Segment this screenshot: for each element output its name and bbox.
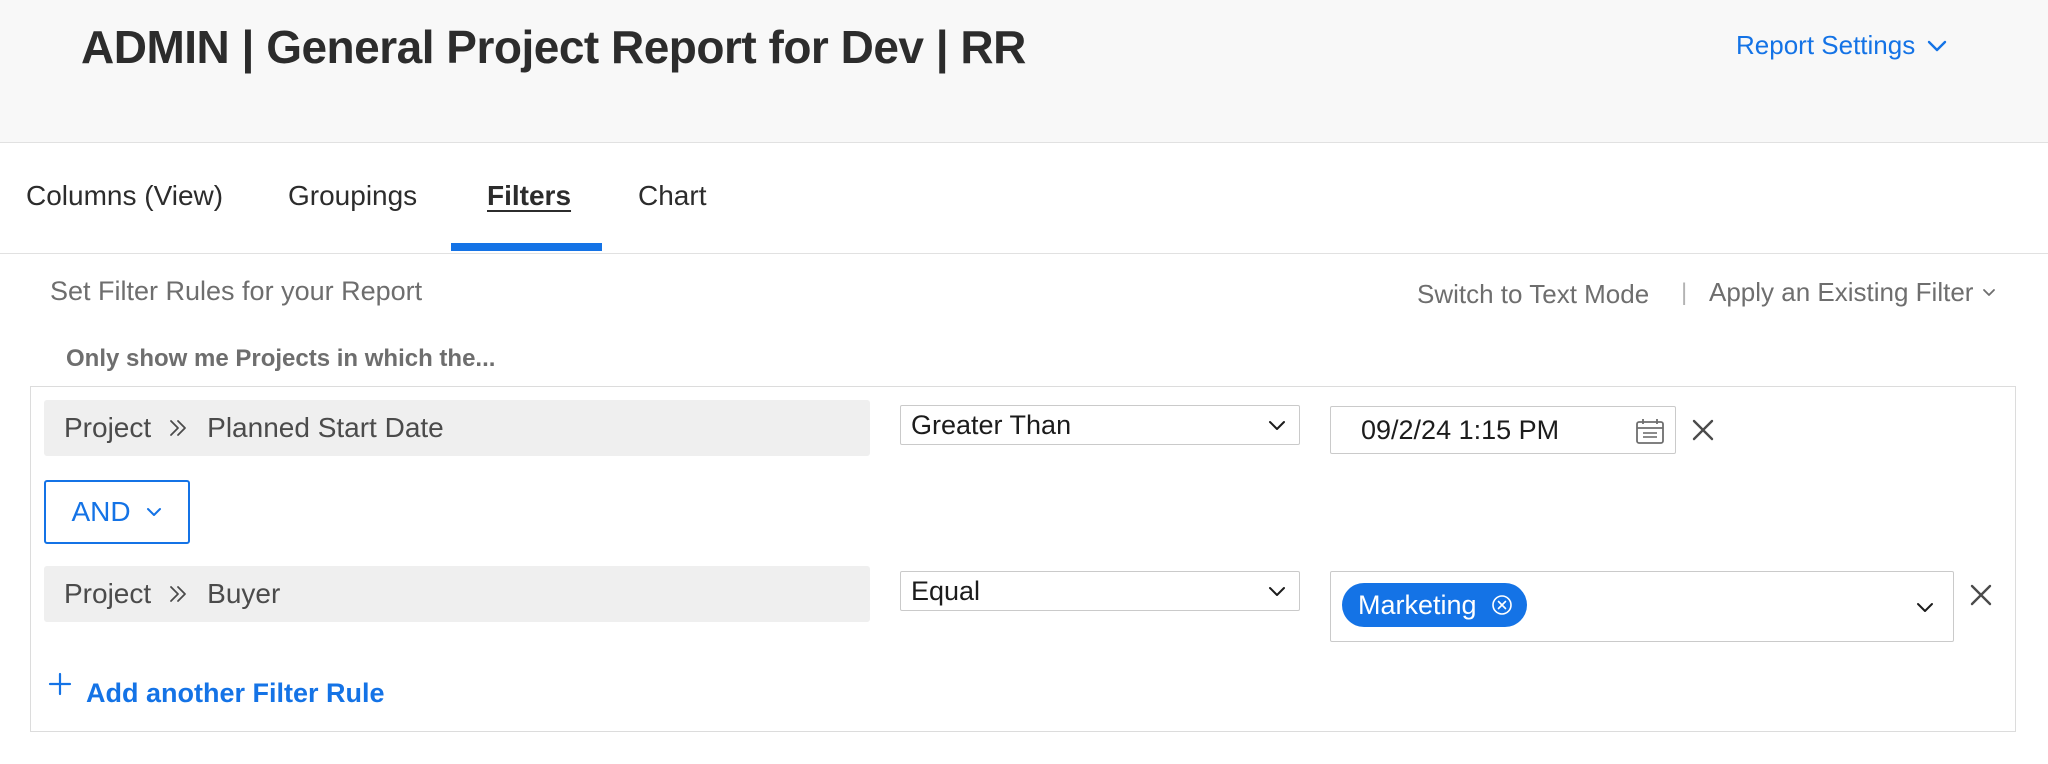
tab-columns-view[interactable]: Columns (View) [26, 180, 223, 212]
selected-value-tag: Marketing [1342, 583, 1527, 627]
remove-rule-close-icon[interactable] [1691, 418, 1715, 442]
date-input[interactable]: 09/2/24 1:15 PM [1330, 406, 1676, 454]
report-settings-menu[interactable]: Report Settings [1736, 30, 1949, 61]
separator: | [1681, 279, 1688, 306]
operator-select-value: Equal [911, 575, 981, 606]
apply-existing-filter-label: Apply an Existing Filter [1709, 277, 1974, 307]
filter-rule-field[interactable]: Project Buyer [44, 566, 870, 622]
double-chevron-right-icon [170, 586, 187, 602]
filter-intro-text: Only show me Projects in which the... [66, 345, 496, 372]
conjunction-label: AND [71, 496, 131, 527]
chevron-down-icon [146, 508, 161, 516]
chevron-down-icon [1983, 288, 1996, 296]
field-name-label: Buyer [207, 578, 281, 609]
report-settings-label: Report Settings [1736, 30, 1916, 60]
tab-groupings[interactable]: Groupings [288, 180, 417, 212]
tab-chart[interactable]: Chart [638, 180, 706, 212]
operator-select[interactable]: Equal [900, 571, 1300, 611]
add-filter-rule-label: Add another Filter Rule [86, 678, 385, 708]
field-object-label: Project [64, 412, 152, 443]
plus-icon [48, 672, 72, 695]
calendar-icon[interactable] [1635, 417, 1665, 445]
report-tabs: Columns (View) Groupings Filters Chart [0, 144, 2048, 254]
conjunction-and-button[interactable]: AND [44, 480, 190, 544]
switch-to-text-mode-link[interactable]: Switch to Text Mode [1417, 279, 1649, 310]
tab-filters[interactable]: Filters [487, 180, 571, 212]
page-header: ADMIN | General Project Report for Dev |… [0, 0, 2048, 143]
chevron-down-icon [1269, 587, 1285, 596]
remove-tag-icon[interactable] [1491, 594, 1513, 616]
double-chevron-right-icon [170, 420, 187, 436]
active-tab-indicator [451, 243, 602, 251]
chevron-down-icon [1269, 421, 1285, 430]
field-object-label: Project [64, 578, 152, 609]
operator-select[interactable]: Greater Than [900, 405, 1300, 445]
operator-select-value: Greater Than [911, 409, 1072, 440]
filter-section-heading: Set Filter Rules for your Report [50, 276, 423, 306]
apply-existing-filter-menu[interactable]: Apply an Existing Filter [1709, 277, 1997, 308]
remove-rule-close-icon[interactable] [1969, 583, 1993, 607]
chevron-down-icon [1928, 40, 1947, 51]
filter-rule-field[interactable]: Project Planned Start Date [44, 400, 870, 456]
date-input-value: 09/2/24 1:15 PM [1361, 415, 1560, 445]
value-multiselect[interactable]: Marketing [1330, 571, 1954, 642]
add-filter-rule-button[interactable]: Add another Filter Rule [48, 672, 385, 709]
page-title: ADMIN | General Project Report for Dev |… [81, 21, 1026, 73]
field-name-label: Planned Start Date [207, 412, 444, 443]
tag-label: Marketing [1358, 589, 1477, 620]
chevron-down-icon[interactable] [1915, 598, 1935, 618]
